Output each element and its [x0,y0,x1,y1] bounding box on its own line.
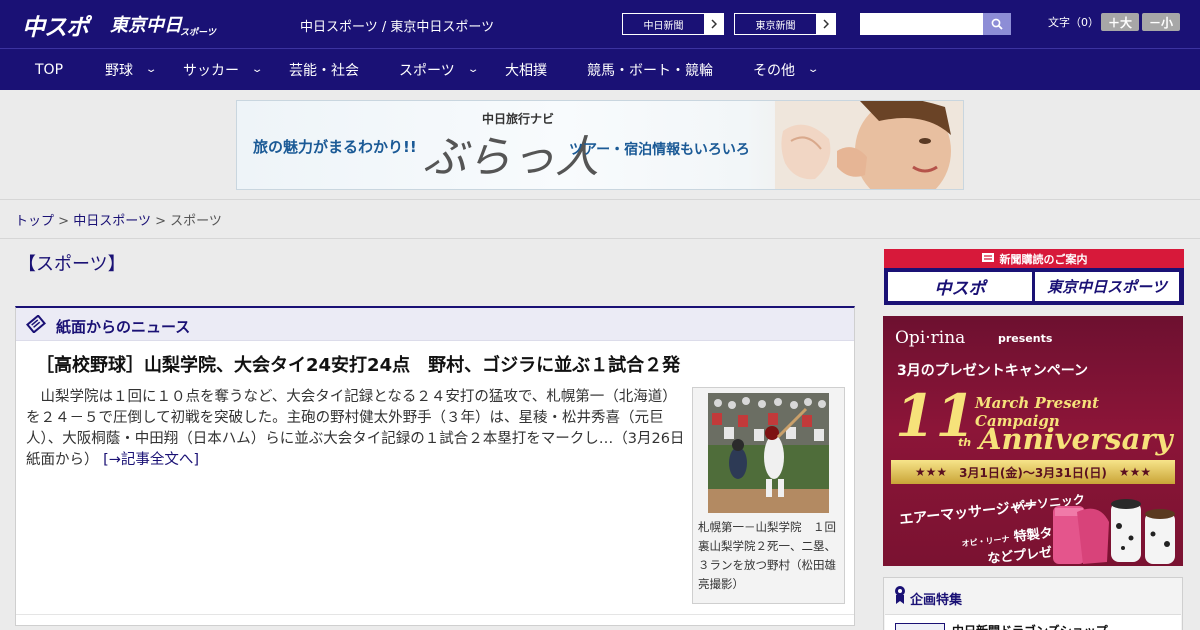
chevron-down-icon: ⌄ [806,64,820,75]
newspaper-icon [26,314,46,337]
breadcrumb-separator: > [58,214,70,229]
newspaper-icon [981,252,995,266]
campaign-title: 3月のプレゼントキャンペーン [897,363,1089,379]
star-icon: ★★★ [914,465,948,479]
feature-section-title: 企画特集 [910,593,963,608]
feature-section: 企画特集 中日新聞ドラゴンズショップ [883,577,1183,630]
subscribe-tokyo-chunichi-button[interactable]: 東京中日スポーツ [1035,272,1179,301]
nav-item-label: その他 [753,62,795,79]
breadcrumb-top-link[interactable]: トップ [15,214,54,229]
nav-item-other[interactable]: その他 ⌄ [753,49,820,90]
nav-item-label: TOP [35,61,64,78]
breadcrumb: トップ > 中日スポーツ > スポーツ [15,210,222,229]
nav-item-label: 野球 [105,62,133,79]
chevron-down-icon: ⌄ [250,64,264,75]
chevron-down-icon: ⌄ [466,64,480,75]
feature-link[interactable]: 中日新聞ドラゴンズショップ [952,622,1108,630]
feature-thumbnail [895,623,945,630]
campaign-anniversary: Anniversary [979,422,1173,456]
subscription-header: 新聞購読のご案内 [884,249,1184,268]
subscription-box: 新聞購読のご案内 中スポ 東京中日スポーツ [884,249,1184,305]
travel-navi-banner[interactable]: 旅の魅力がまるわかり!! ぶらっ人 中日旅行ナビ ツアー・宿泊情報もいろいろ [236,100,964,190]
nav-item-label: サッカー [183,62,239,79]
chuspo-logo[interactable]: 中スポ [22,8,89,42]
nav-item-label: スポーツ [399,62,455,79]
tokyo-shimbun-label: 東京新聞 [735,14,816,34]
breadcrumb-divider [0,238,1200,239]
ad-banner-area: 旅の魅力がまるわかり!! ぶらっ人 中日旅行ナビ ツアー・宿泊情報もいろいろ [0,90,1200,200]
news-section: 紙面からのニュース ［高校野球］山梨学院、大会タイ24安打24点 野村、ゴジラに… [15,306,855,626]
nav-item-baseball[interactable]: 野球 ⌄ [105,49,158,90]
star-icon: ★★★ [1118,465,1152,479]
chevron-right-icon [816,14,835,34]
campaign-product: エアーマッサージャー [898,497,1038,529]
site-header: 中スポ 東京中日 スポーツ 中日スポーツ / 東京中日スポーツ 中日新聞 東京新… [0,0,1200,48]
campaign-dates: ★★★ 3月1日(金)～3月31日(日) ★★★ [891,460,1175,484]
tokyo-chunichi-logo-sub: スポーツ [180,28,216,38]
news-section-title: 紙面からのニュース [56,318,191,336]
campaign-dates-label: 3月1日(金)～3月31日(日) [959,465,1107,480]
tokyo-shimbun-button[interactable]: 東京新聞 [734,13,836,35]
baseball-photo [708,393,829,513]
chunichi-shimbun-button[interactable]: 中日新聞 [622,13,724,35]
breadcrumb-separator: > [155,214,166,229]
feature-item[interactable]: 中日新聞ドラゴンズショップ [885,614,1181,630]
nav-item-label: 大相撲 [505,62,547,79]
nav-item-racing[interactable]: 競馬・ボート・競輪 [587,49,713,90]
photo-caption: 札幌第一－山梨学院 １回裏山梨学院２死一、二塁、３ランを放つ野村（松田雄亮撮影） [698,520,836,591]
banner-tagline: 旅の魅力がまるわかり!! [253,138,417,156]
article-headline[interactable]: ［高校野球］山梨学院、大会タイ24安打24点 野村、ゴジラに並ぶ１試合２発 [36,351,680,377]
nav-item-label: 競馬・ボート・競輪 [587,62,713,79]
font-size-label: 文字（0） [1048,16,1099,29]
chevron-right-icon [704,14,723,34]
campaign-presents: presents [998,332,1053,345]
nav-item-soccer[interactable]: サッカー ⌄ [183,49,264,90]
banner-photo [775,101,963,189]
chunichi-shimbun-label: 中日新聞 [623,14,704,34]
campaign-brand: Opi·rina [895,328,966,348]
font-size-up-button[interactable]: ＋大 [1101,13,1139,31]
nav-item-sports[interactable]: スポーツ ⌄ [399,49,480,90]
tokyo-chunichi-logo[interactable]: 東京中日 [110,11,182,37]
banner-navi-label: 中日旅行ナビ [482,112,555,126]
font-size-down-button[interactable]: －小 [1142,13,1180,31]
chevron-down-icon: ⌄ [144,64,158,75]
campaign-goods-image [1053,499,1175,564]
present-campaign-banner[interactable]: Opi·rina presents 3月のプレゼントキャンペーン 11 Marc… [883,316,1183,566]
subscription-header-label: 新聞購読のご案内 [999,252,1088,266]
breadcrumb-current: スポーツ [170,214,222,229]
breadcrumb-chunichi-sports-link[interactable]: 中日スポーツ [73,214,151,229]
read-more-link[interactable]: [→記事全文へ] [103,452,199,468]
news-section-footer [16,614,854,615]
nav-item-top[interactable]: TOP [35,49,63,90]
article-photo[interactable]: 札幌第一－山梨学院 １回裏山梨学院２死一、二塁、３ランを放つ野村（松田雄亮撮影） [692,387,845,604]
page-title: 【スポーツ】 [18,254,126,275]
nav-item-sumo[interactable]: 大相撲 [505,49,547,90]
ribbon-icon [894,585,906,609]
site-title-link[interactable]: 中日スポーツ / 東京中日スポーツ [300,16,494,35]
nav-item-label: 芸能・社会 [289,62,359,79]
news-section-header: 紙面からのニュース [16,308,854,341]
search-button[interactable] [983,13,1011,35]
main-nav: TOP 野球 ⌄ サッカー ⌄ 芸能・社会 スポーツ ⌄ 大相撲 競馬・ボート・競輪 … [0,48,1200,90]
search-input[interactable] [860,13,983,35]
nav-item-entertainment[interactable]: 芸能・社会 [289,49,359,90]
subscribe-chuspo-button[interactable]: 中スポ [888,272,1032,301]
search-icon [991,15,1003,34]
campaign-number-suffix: th [958,436,972,449]
article-summary: 山梨学院は１回に１０点を奪うなど、大会タイ記録となる２４安打の猛攻で、札幌第一（… [26,387,686,471]
banner-subtext: ツアー・宿泊情報もいろいろ [569,142,750,158]
